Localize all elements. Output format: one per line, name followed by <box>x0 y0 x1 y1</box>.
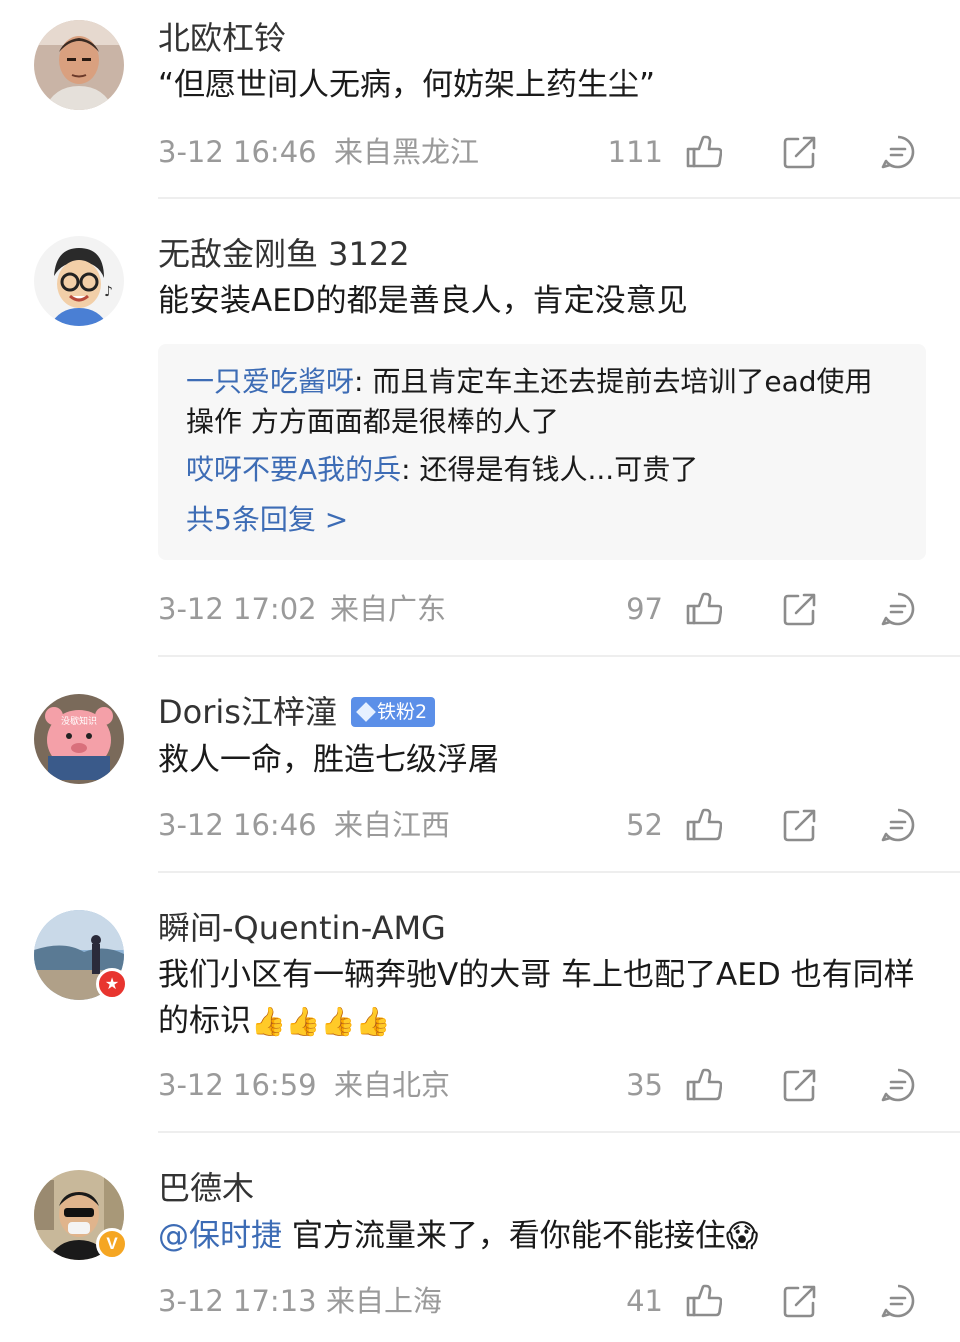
timestamp: 3-12 17:02 <box>158 592 317 626</box>
comment-icon <box>881 808 915 842</box>
fan-badge-label: 铁粉2 <box>376 701 428 723</box>
location: 来自上海 <box>326 1284 443 1318</box>
like-button[interactable] <box>686 134 722 170</box>
thumbs-up-icon <box>686 592 722 625</box>
comment-text: 救人一命，胜造七级浮屠 <box>158 742 499 778</box>
share-button[interactable] <box>782 807 818 843</box>
comment-meta: 3-12 16:46 来自黑龙江 111 <box>158 130 938 174</box>
thumbs-up-icon <box>686 1284 722 1317</box>
avatar[interactable]: 没歇知识 <box>34 694 124 784</box>
share-button[interactable] <box>782 134 818 170</box>
comment-meta: 3-12 17:02 来自广东 97 <box>158 587 938 631</box>
divider <box>158 871 960 873</box>
reply-item: 哎呀不要A我的兵: 还得是有钱人...可贵了 <box>186 450 898 490</box>
like-button[interactable] <box>686 1067 722 1103</box>
like-count: 35 <box>626 1068 663 1102</box>
thumbs-up-icon <box>686 135 722 168</box>
comment-meta: 3-12 17:13 来自上海 41 <box>158 1279 938 1323</box>
share-icon <box>783 593 816 626</box>
reply-button[interactable] <box>880 807 916 843</box>
location: 来自江西 <box>334 808 451 842</box>
reply-button[interactable] <box>880 134 916 170</box>
share-button[interactable] <box>782 1283 818 1319</box>
comment-text: @保时捷 官方流量来了，看你能不能接住😱 <box>158 1213 938 1259</box>
verified-badge: ★ <box>96 968 128 1000</box>
svg-text:♪: ♪ <box>104 284 113 300</box>
username[interactable]: 北欧杠铃 <box>158 18 286 58</box>
timestamp: 3-12 16:46 <box>158 808 317 842</box>
divider <box>158 655 960 657</box>
fan-level-badge[interactable]: 铁粉2 <box>350 697 436 727</box>
reply-button[interactable] <box>880 1283 916 1319</box>
like-button[interactable] <box>686 807 722 843</box>
share-icon <box>783 136 816 169</box>
reply-author[interactable]: 一只爱吃酱呀 <box>186 365 354 398</box>
timestamp: 3-12 17:13 <box>158 1284 317 1318</box>
comment-icon <box>881 1284 915 1318</box>
username[interactable]: Doris江梓潼 <box>158 692 337 732</box>
timestamp: 3-12 16:46 <box>158 135 317 169</box>
comment-meta: 3-12 16:59 来自北京 35 <box>158 1063 938 1107</box>
thumbs-up-icon <box>686 808 722 841</box>
svg-text:没歇知识: 没歇知识 <box>61 715 97 727</box>
reply-text: : 还得是有钱人...可贵了 <box>401 453 699 486</box>
thumbs-up-icon <box>686 1068 722 1101</box>
share-icon <box>783 1069 816 1102</box>
like-count: 41 <box>626 1284 663 1318</box>
comment-text: “但愿世间人无病，何妨架上药生尘” <box>158 67 656 103</box>
avatar[interactable]: ♪ <box>34 236 124 326</box>
comment-icon <box>881 135 915 169</box>
share-icon <box>783 1285 816 1318</box>
share-icon <box>783 809 816 842</box>
avatar[interactable] <box>34 20 124 110</box>
like-count: 111 <box>607 135 663 169</box>
comment-body: 官方流量来了，看你能不能接住 <box>282 1218 726 1254</box>
comment-text: 能安装AED的都是善良人，肯定没意见 <box>158 283 688 319</box>
reply-author[interactable]: 哎呀不要A我的兵 <box>186 453 401 486</box>
timestamp: 3-12 16:59 <box>158 1068 317 1102</box>
comment-icon <box>881 592 915 626</box>
location: 来自北京 <box>334 1068 451 1102</box>
location: 来自黑龙江 <box>334 135 480 169</box>
thumbs-up-emoji: 👍👍👍👍 <box>251 1005 391 1038</box>
like-button[interactable] <box>686 591 722 627</box>
like-button[interactable] <box>686 1283 722 1319</box>
shock-emoji: 😱 <box>725 1218 759 1254</box>
verified-badge: V <box>96 1228 128 1260</box>
username[interactable]: 瞬间-Quentin-AMG <box>158 908 446 948</box>
comment-text: 我们小区有一辆奔驰V的大哥 车上也配了AED 也有同样的标识👍👍👍👍 <box>158 952 938 1044</box>
like-count: 97 <box>626 592 663 626</box>
more-replies-link[interactable]: 共5条回复 > <box>186 500 898 540</box>
reply-button[interactable] <box>880 591 916 627</box>
reply-item: 一只爱吃酱呀: 而且肯定车主还去提前去培训了ead使用操作 方方面面都是很棒的人… <box>186 362 898 442</box>
username[interactable]: 无敌金刚鱼 3122 <box>158 234 410 274</box>
divider <box>158 197 960 199</box>
reply-button[interactable] <box>880 1067 916 1103</box>
diamond-icon <box>356 702 376 722</box>
comment-icon <box>881 1068 915 1102</box>
mention-link[interactable]: @保时捷 <box>158 1218 282 1254</box>
location: 来自广东 <box>330 592 447 626</box>
share-button[interactable] <box>782 1067 818 1103</box>
like-count: 52 <box>626 808 663 842</box>
comment-meta: 3-12 16:46 来自江西 52 <box>158 803 938 847</box>
reply-preview-box[interactable]: 一只爱吃酱呀: 而且肯定车主还去提前去培训了ead使用操作 方方面面都是很棒的人… <box>158 344 926 560</box>
share-button[interactable] <box>782 591 818 627</box>
username[interactable]: 巴德木 <box>158 1168 254 1208</box>
divider <box>158 1131 960 1133</box>
